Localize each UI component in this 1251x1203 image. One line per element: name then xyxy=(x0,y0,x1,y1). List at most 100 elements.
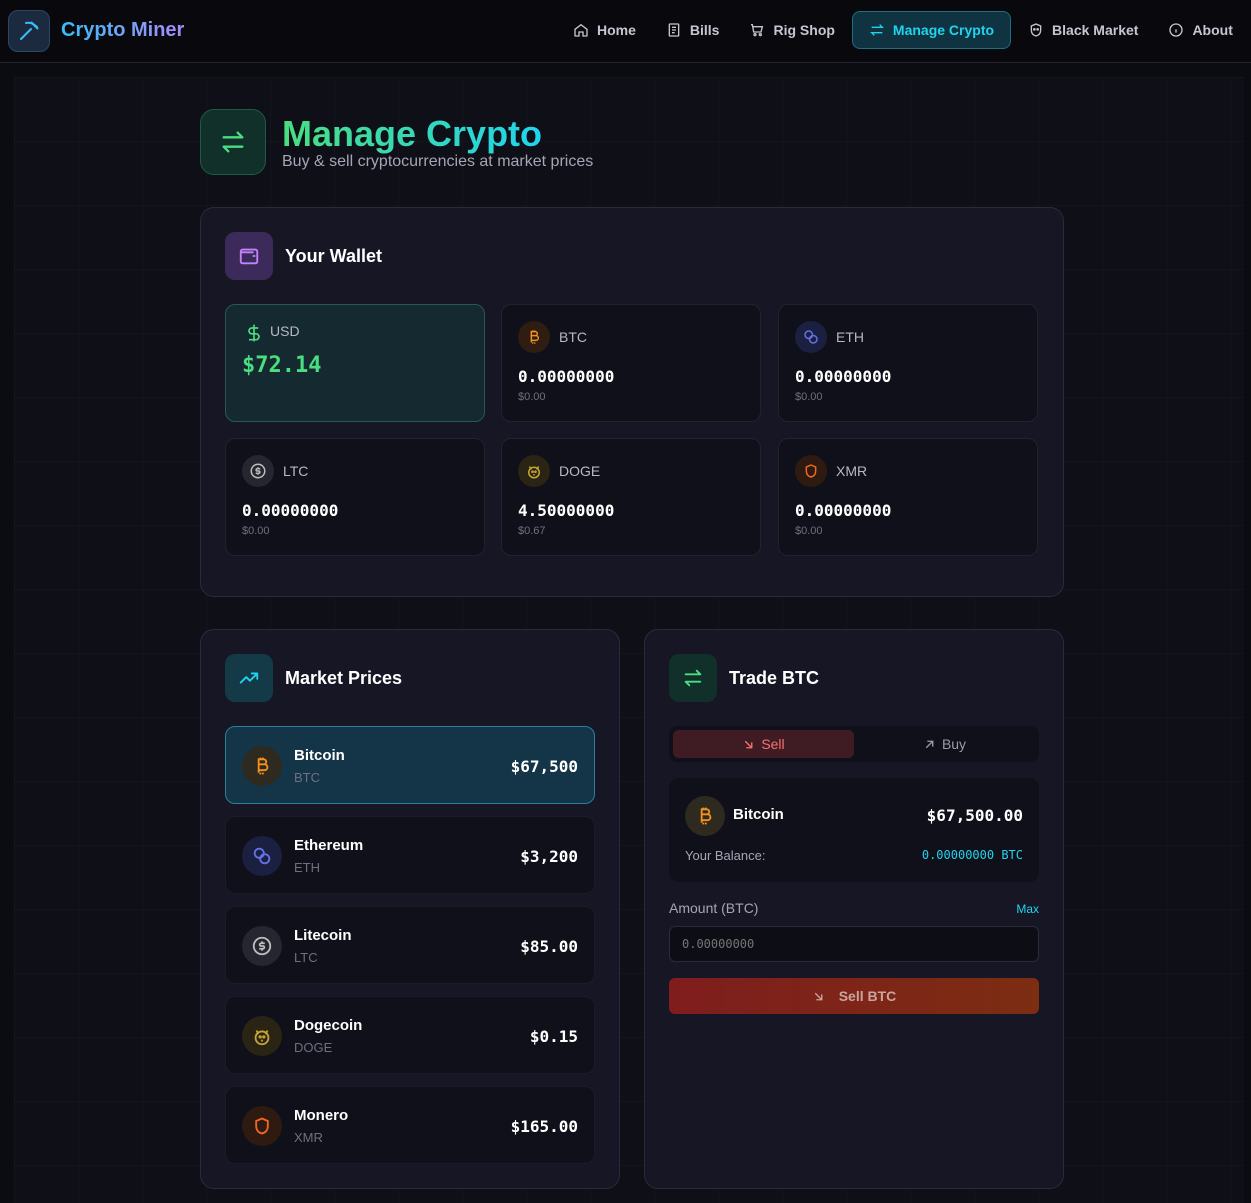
btc-amount: 0.00000000 xyxy=(518,367,615,386)
nav-rig-shop-label: Rig Shop xyxy=(773,22,835,38)
market-title: Market Prices xyxy=(285,668,403,688)
nav-home[interactable]: Home xyxy=(560,11,649,49)
wallet-title: Your Wallet xyxy=(285,246,383,266)
nav-black-market-label: Black Market xyxy=(1052,22,1139,38)
wallet-card: Your Wallet USD $72.14 BTC 0.00000000 $0… xyxy=(200,207,1064,597)
market-symbol: BTC xyxy=(294,770,320,785)
usd-amount: $72.14 xyxy=(242,353,322,378)
market-symbol: XMR xyxy=(294,1130,323,1145)
buy-tab[interactable]: Buy xyxy=(854,730,1035,758)
shield-icon xyxy=(242,1106,282,1146)
ltc-amount: 0.00000000 xyxy=(242,501,339,520)
bitcoin-icon xyxy=(685,796,725,836)
doge-amount: 4.50000000 xyxy=(518,501,615,520)
nav-bills-label: Bills xyxy=(689,22,720,38)
nav-about-label: About xyxy=(1192,22,1233,38)
market-row-dogecoin[interactable]: Dogecoin DOGE $0.15 xyxy=(225,996,595,1074)
wallet-tile-doge: DOGE 4.50000000 $0.67 xyxy=(501,438,761,556)
asset-price: $67,500.00 xyxy=(926,806,1023,825)
litecoin-icon xyxy=(242,926,282,966)
ethereum-icon xyxy=(795,321,827,353)
xmr-amount: 0.00000000 xyxy=(795,501,892,520)
doge-label: DOGE xyxy=(559,463,601,479)
trade-mode-toggle: Sell Buy xyxy=(669,726,1039,762)
swap-icon xyxy=(869,24,884,36)
eth-label: ETH xyxy=(836,329,864,345)
balance-label: Your Balance: xyxy=(685,848,766,863)
dog-icon xyxy=(242,1016,282,1056)
shield-icon xyxy=(795,455,827,487)
balance-value: 0.00000000 BTC xyxy=(921,848,1023,862)
market-price: $0.15 xyxy=(529,1027,578,1046)
arrow-down-right-icon xyxy=(814,992,823,1000)
swap-icon xyxy=(200,109,266,175)
nav-manage-crypto-label: Manage Crypto xyxy=(892,22,995,38)
buy-tab-label: Buy xyxy=(941,736,967,752)
litecoin-icon xyxy=(242,455,274,487)
market-name: Dogecoin xyxy=(294,1017,363,1034)
sell-tab[interactable]: Sell xyxy=(673,730,854,758)
amount-input[interactable] xyxy=(669,926,1039,962)
wallet-tile-eth: ETH 0.00000000 $0.00 xyxy=(778,304,1038,422)
wallet-tile-xmr: XMR 0.00000000 $0.00 xyxy=(778,438,1038,556)
market-name: Litecoin xyxy=(294,927,352,944)
market-price: $165.00 xyxy=(510,1117,578,1136)
info-icon xyxy=(1169,23,1184,37)
btc-usd-value: $0.00 xyxy=(518,391,546,403)
market-row-monero[interactable]: Monero XMR $165.00 xyxy=(225,1086,595,1164)
xmr-usd-value: $0.00 xyxy=(795,525,823,537)
nav-rig-shop[interactable]: Rig Shop xyxy=(736,11,847,49)
market-prices-card: Market Prices Bitcoin BTC $67,500 Ethere… xyxy=(200,629,620,1189)
page-subtitle: Buy & sell cryptocurrencies at market pr… xyxy=(282,153,594,170)
market-name: Ethereum xyxy=(294,837,364,854)
app-name[interactable]: Crypto Miner xyxy=(61,19,184,42)
xmr-label: XMR xyxy=(836,463,868,479)
asset-name: Bitcoin xyxy=(733,806,784,823)
dollar-icon xyxy=(238,317,270,349)
market-symbol: LTC xyxy=(294,950,318,965)
market-row-bitcoin[interactable]: Bitcoin BTC $67,500 xyxy=(225,726,595,804)
wallet-icon xyxy=(225,232,273,280)
trade-title: Trade BTC xyxy=(729,668,820,688)
selected-asset-summary: Bitcoin $67,500.00 Your Balance: 0.00000… xyxy=(669,778,1039,882)
market-row-ethereum[interactable]: Ethereum ETH $3,200 xyxy=(225,816,595,894)
btc-label: BTC xyxy=(559,329,587,345)
swap-icon xyxy=(669,654,717,702)
nav-bills[interactable]: Bills xyxy=(653,11,733,49)
wallet-tile-btc: BTC 0.00000000 $0.00 xyxy=(501,304,761,422)
mask-icon xyxy=(1030,23,1042,37)
sell-tab-label: Sell xyxy=(761,736,785,752)
ltc-usd-value: $0.00 xyxy=(242,525,270,537)
amount-label: Amount (BTC) xyxy=(669,900,759,916)
ltc-label: LTC xyxy=(283,463,309,479)
market-price: $3,200 xyxy=(520,847,578,866)
ethereum-icon xyxy=(242,836,282,876)
sell-btc-button[interactable]: Sell BTC xyxy=(669,978,1039,1014)
dog-icon xyxy=(518,455,550,487)
market-price: $67,500 xyxy=(510,757,578,776)
market-symbol: DOGE xyxy=(294,1040,333,1055)
eth-amount: 0.00000000 xyxy=(795,367,892,386)
market-symbol: ETH xyxy=(294,860,320,875)
pickaxe-logo-icon[interactable] xyxy=(8,10,50,52)
trade-card: Trade BTC Sell Buy Bitcoin $67,500.00 Yo… xyxy=(644,629,1064,1189)
main-nav: Home Bills Rig Shop Manage Crypto Black … xyxy=(560,11,1246,49)
home-icon xyxy=(574,23,588,37)
market-price: $85.00 xyxy=(520,937,578,956)
sell-btc-label: Sell BTC xyxy=(838,988,897,1004)
nav-manage-crypto[interactable]: Manage Crypto xyxy=(851,11,1012,49)
eth-usd-value: $0.00 xyxy=(795,391,823,403)
page-title: Manage Crypto xyxy=(282,113,543,154)
nav-black-market[interactable]: Black Market xyxy=(1015,11,1151,49)
nav-about[interactable]: About xyxy=(1155,11,1245,49)
wallet-tile-usd: USD $72.14 xyxy=(225,304,485,422)
max-button[interactable]: Max xyxy=(1016,902,1039,916)
bitcoin-icon xyxy=(242,746,282,786)
market-row-litecoin[interactable]: Litecoin LTC $85.00 xyxy=(225,906,595,984)
trending-up-icon xyxy=(225,654,273,702)
usd-label: USD xyxy=(270,323,300,339)
arrow-down-right-icon xyxy=(745,740,753,748)
market-name: Monero xyxy=(294,1107,349,1124)
nav-home-label: Home xyxy=(597,22,636,38)
arrow-up-right-icon xyxy=(925,740,934,748)
